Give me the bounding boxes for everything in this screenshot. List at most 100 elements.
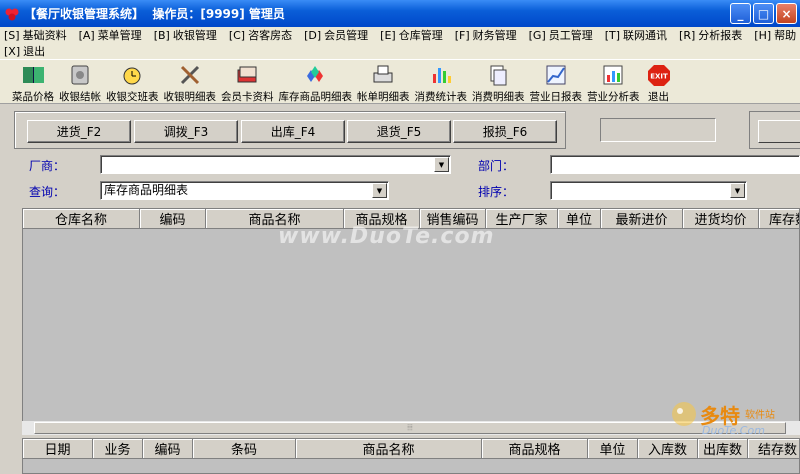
book-icon	[19, 62, 47, 88]
outbound-button[interactable]: 出库_F4	[241, 120, 345, 143]
menu-item[interactable]: [F] 财务管理	[455, 27, 517, 43]
column-header[interactable]: 单位	[558, 209, 601, 229]
toolbar-button[interactable]: 会员卡资料	[221, 60, 274, 104]
action-panel: 进货_F2 调拨_F3 出库_F4 退货_F5 报损_F6	[14, 111, 566, 149]
menu-label: 联网通讯	[623, 29, 668, 42]
column-header[interactable]: 编码	[143, 439, 193, 459]
menu-item[interactable]: [X] 退出	[4, 43, 45, 59]
menu-item[interactable]: [R] 分析报表	[679, 27, 742, 43]
column-header[interactable]: 业务	[93, 439, 143, 459]
toolbar-button[interactable]: 库存商品明细表	[278, 60, 353, 104]
menu-label: 菜单管理	[97, 29, 142, 42]
toolbar-button[interactable]: 收银结帐	[59, 60, 101, 104]
printer-icon	[369, 62, 397, 88]
sort-select[interactable]: ▼	[550, 181, 747, 200]
menu-item[interactable]: [D] 会员管理	[304, 27, 368, 43]
menu-key: [C]	[228, 29, 246, 42]
chevron-down-icon[interactable]: ▼	[730, 183, 745, 198]
toolbar-button[interactable]: EXIT 退出	[645, 60, 673, 104]
minimize-button[interactable]: _	[730, 3, 751, 24]
menu-label: 财务管理	[472, 29, 517, 42]
toolbar-button[interactable]: 收银交班表	[106, 60, 159, 104]
alarm-clock-icon	[118, 62, 146, 88]
menu-item[interactable]: [T] 联网通讯	[605, 27, 667, 43]
menu-label: 分析报表	[698, 29, 743, 42]
maximize-button[interactable]: □	[753, 3, 774, 24]
toolbar-button[interactable]: 营业日报表	[530, 60, 582, 104]
toolbar-label: 消费明细表	[472, 91, 525, 103]
column-header[interactable]: 单位	[588, 439, 638, 459]
toolbar-button[interactable]: 帐单明细表	[357, 60, 410, 104]
menu-key: [S]	[4, 29, 20, 42]
documents-icon	[484, 62, 512, 88]
menu-key: [B]	[153, 29, 170, 42]
exit-icon: EXIT	[645, 62, 673, 88]
column-header[interactable]: 日期	[23, 439, 93, 459]
toolbar-label: 退出	[648, 91, 669, 103]
toolbar: 菜品价格 收银结帐 收银交班表 收银明细表 会员卡资料 库存商品明细表 帐单明细表 消费统计表…	[0, 59, 800, 104]
bar-chart-icon	[427, 62, 455, 88]
brand-watermark-sub: 软件站	[745, 410, 775, 421]
vendor-label: 厂商：	[29, 159, 66, 173]
toolbar-button[interactable]: 收银明细表	[163, 60, 217, 104]
right-panel-button[interactable]	[758, 120, 800, 143]
vendor-select[interactable]: ▼	[100, 155, 451, 174]
menu-item[interactable]: [H] 帮助	[754, 27, 796, 43]
column-header[interactable]: 商品规格	[482, 439, 588, 459]
menu-item[interactable]: [C] 咨客房态	[229, 27, 292, 43]
column-header[interactable]: 库存数	[759, 209, 799, 229]
menu-item[interactable]: [G] 员工管理	[529, 27, 593, 43]
purchase-button[interactable]: 进货_F2	[27, 120, 131, 143]
return-button[interactable]: 退货_F5	[347, 120, 451, 143]
menu-item[interactable]: [S] 基础资料	[4, 27, 67, 43]
column-header[interactable]: 编码	[140, 209, 206, 229]
column-header[interactable]: 进货均价	[683, 209, 759, 229]
query-select[interactable]: 库存商品明细表 ▼	[100, 181, 389, 200]
column-header[interactable]: 最新进价	[601, 209, 683, 229]
toolbar-button[interactable]: 消费明细表	[472, 60, 525, 104]
transfer-button[interactable]: 调拨_F3	[134, 120, 238, 143]
column-header[interactable]: 生产厂家	[486, 209, 558, 229]
menu-item[interactable]: [B] 收银管理	[154, 27, 217, 43]
chevron-down-icon[interactable]: ▼	[372, 183, 387, 198]
toolbar-label: 菜品价格	[12, 91, 54, 103]
app-icon	[5, 8, 19, 20]
menu-key: [D]	[304, 29, 322, 42]
dept-label: 部门：	[478, 159, 515, 173]
toolbar-label: 收银结帐	[59, 91, 101, 103]
toolbar-label: 收银明细表	[163, 91, 217, 103]
card-stack-icon	[233, 62, 261, 88]
menu-key: [F]	[454, 29, 470, 42]
menu-label: 仓库管理	[398, 29, 443, 42]
menu-key: [E]	[380, 29, 396, 42]
menu-item[interactable]: [E] 仓库管理	[380, 27, 443, 43]
toolbar-button[interactable]: 消费统计表	[414, 60, 468, 104]
menu-label: 基础资料	[22, 29, 67, 42]
toolbar-label: 消费统计表	[414, 91, 468, 103]
title-bar: 【餐厅收银管理系统】 操作员：[9999] 管理员 _ □ ×	[0, 0, 800, 27]
toolbar-button[interactable]: 菜品价格	[12, 60, 54, 104]
column-header[interactable]: 仓库名称	[23, 209, 140, 229]
tools-icon	[176, 62, 204, 88]
column-header[interactable]: 条码	[193, 439, 296, 459]
menu-key: [A]	[78, 29, 95, 42]
column-header[interactable]: 商品名称	[296, 439, 482, 459]
dept-select[interactable]	[550, 155, 800, 174]
menu-label: 会员管理	[324, 29, 369, 42]
gems-icon	[301, 62, 329, 88]
chevron-down-icon[interactable]: ▼	[434, 157, 449, 172]
sort-label: 排序：	[478, 185, 515, 199]
damage-button[interactable]: 报损_F6	[453, 120, 557, 143]
toolbar-label: 帐单明细表	[357, 91, 410, 103]
toolbar-label: 库存商品明细表	[278, 91, 353, 103]
toolbar-button[interactable]: 营业分析表	[587, 60, 640, 104]
menu-item[interactable]: [A] 菜单管理	[79, 27, 142, 43]
menu-label: 收银管理	[172, 29, 217, 42]
close-button[interactable]: ×	[776, 3, 797, 24]
menu-key: [X]	[4, 45, 21, 58]
toolbar-label: 收银交班表	[106, 91, 159, 103]
query-label: 查询：	[29, 185, 66, 199]
right-panel	[749, 111, 800, 149]
menu-label: 退出	[23, 45, 46, 58]
menu-key: [H]	[754, 29, 772, 42]
